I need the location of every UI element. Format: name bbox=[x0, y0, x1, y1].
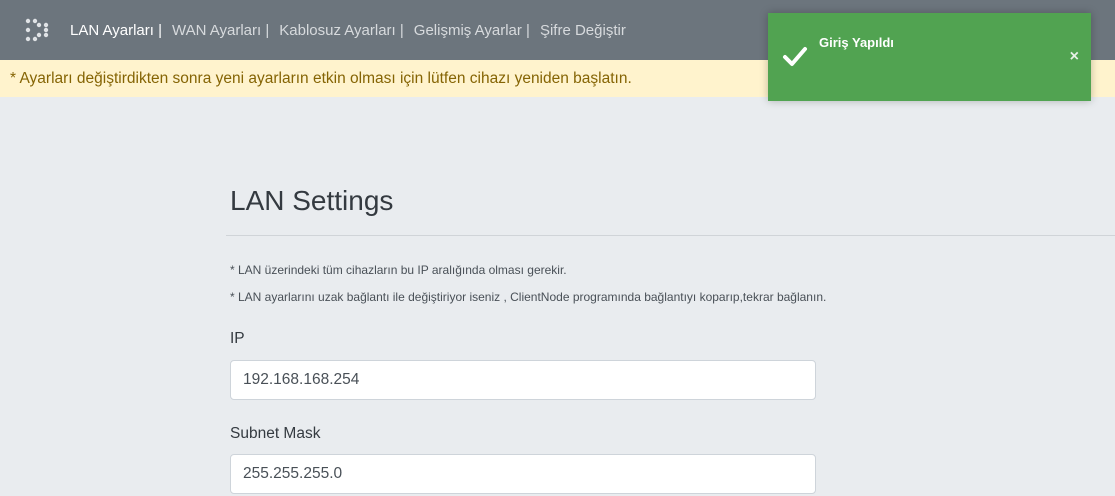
nav-wireless-settings[interactable]: Kablosuz Ayarları | bbox=[279, 22, 404, 39]
lan-settings-panel: LAN Settings * LAN üzerindeki tüm cihazl… bbox=[226, 180, 1115, 494]
info-note-ip-range: * LAN üzerindeki tüm cihazların bu IP ar… bbox=[230, 263, 567, 277]
close-icon[interactable]: × bbox=[1070, 49, 1079, 65]
nav-wan-settings[interactable]: WAN Ayarları | bbox=[172, 22, 269, 39]
subnet-mask-label: Subnet Mask bbox=[230, 425, 321, 442]
divider bbox=[226, 235, 1115, 236]
check-icon bbox=[782, 43, 808, 69]
page-title: LAN Settings bbox=[230, 185, 394, 216]
login-success-toast: Giriş Yapıldı × bbox=[768, 13, 1091, 101]
ip-input[interactable] bbox=[230, 360, 816, 400]
subnet-mask-input[interactable] bbox=[230, 454, 816, 494]
nav-advanced-settings[interactable]: Gelişmiş Ayarlar | bbox=[414, 22, 530, 39]
nav-change-password[interactable]: Şifre Değiştir bbox=[540, 22, 626, 39]
nav-lan-settings[interactable]: LAN Ayarları | bbox=[70, 22, 162, 39]
ip-label: IP bbox=[230, 330, 245, 347]
dots-grid-icon[interactable] bbox=[24, 17, 50, 43]
info-note-reconnect: * LAN ayarlarını uzak bağlantı ile değiş… bbox=[230, 290, 827, 304]
toast-title: Giriş Yapıldı bbox=[819, 35, 894, 50]
nav-links: LAN Ayarları | WAN Ayarları | Kablosuz A… bbox=[70, 22, 636, 39]
